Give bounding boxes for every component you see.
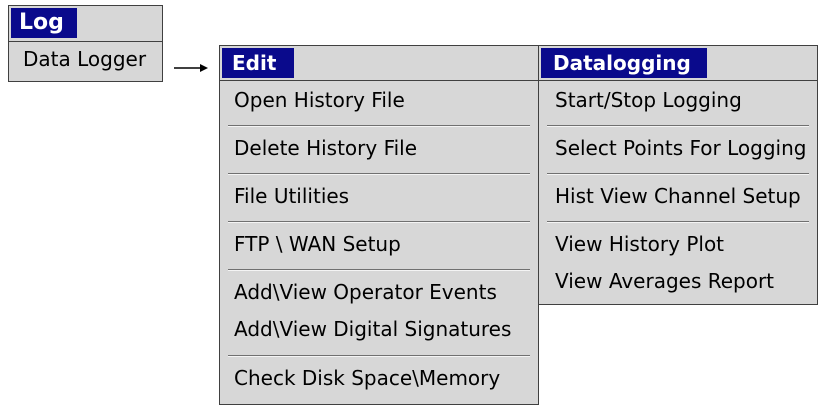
menu-separator [228,221,530,223]
menu-item-add-view-digital-signatures[interactable]: Add\View Digital Signatures [234,317,511,341]
menu-separator [547,173,809,175]
edit-menu-title[interactable]: Edit [222,48,294,78]
datalogging-menu-panel: Datalogging Start/Stop Logging Select Po… [538,45,818,305]
log-menu-divider [9,41,162,42]
menu-separator [228,355,530,357]
menu-item-hist-view-channel-setup[interactable]: Hist View Channel Setup [555,184,801,208]
menu-item-check-disk-space-memory[interactable]: Check Disk Space\Memory [234,366,500,390]
right-arrow-icon [174,64,208,72]
menu-item-ftp-wan-setup[interactable]: FTP \ WAN Setup [234,232,401,256]
menu-item-open-history-file[interactable]: Open History File [234,88,405,112]
menu-item-file-utilities[interactable]: File Utilities [234,184,349,208]
menu-item-delete-history-file[interactable]: Delete History File [234,136,417,160]
menu-item-start-stop-logging[interactable]: Start/Stop Logging [555,88,742,112]
menu-item-data-logger[interactable]: Data Logger [23,47,146,71]
datalogging-menu-title[interactable]: Datalogging [541,48,707,78]
menu-separator [228,269,530,271]
menu-item-add-view-operator-events[interactable]: Add\View Operator Events [234,280,497,304]
menu-separator [547,125,809,127]
edit-menu-header-divider [220,80,538,81]
datalogging-menu-header-divider [539,80,817,81]
menu-separator [228,125,530,127]
menu-item-select-points-for-logging[interactable]: Select Points For Logging [555,136,806,160]
menu-separator [228,173,530,175]
log-menu-panel: Log Data Logger [8,5,163,82]
menu-item-view-history-plot[interactable]: View History Plot [555,232,724,256]
edit-menu-panel: Edit Open History File Delete History Fi… [219,45,539,405]
menu-separator [547,221,809,223]
log-menu-title[interactable]: Log [11,8,77,38]
menu-item-view-averages-report[interactable]: View Averages Report [555,269,774,293]
